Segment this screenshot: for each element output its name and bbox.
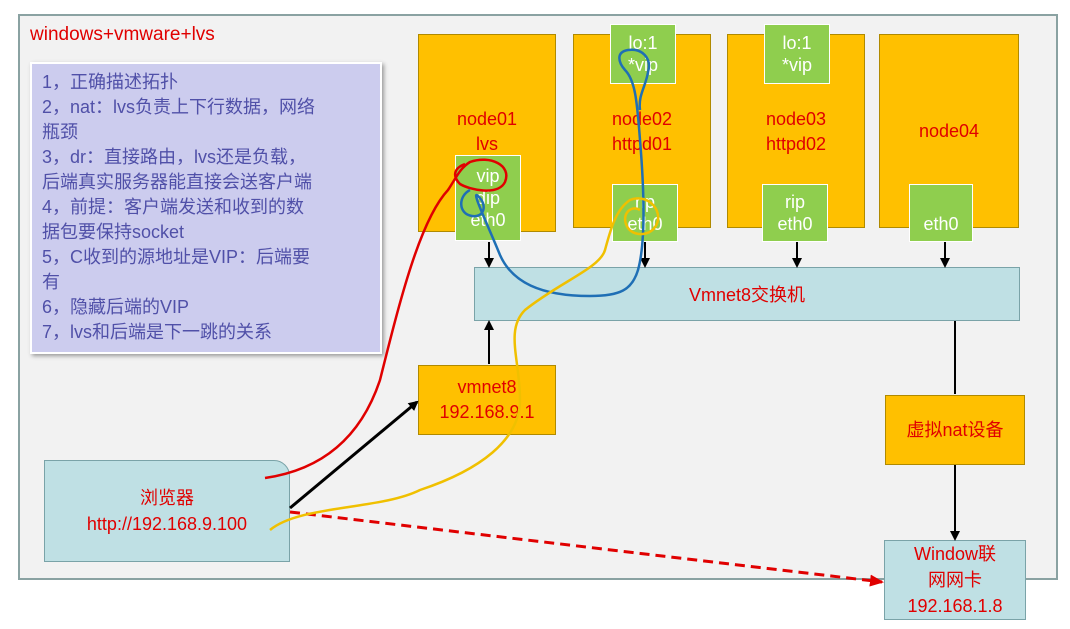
node02-name: node02 [611, 109, 673, 129]
node01-interfaces: vip dip eth0 [455, 155, 521, 241]
lo1-label: lo:1 [782, 33, 812, 53]
nic-line2: 网网卡 [928, 570, 982, 590]
node01-name: node01 [456, 109, 518, 129]
note-line: 后端真实服务器能直接会送客户端 [42, 172, 312, 192]
vmnet8-switch: Vmnet8交换机 [474, 267, 1020, 321]
note-line: 有 [42, 272, 60, 292]
nat-device-label: 虚拟nat设备 [906, 419, 1004, 440]
node02-loopback: lo:1 *vip [610, 24, 676, 84]
lo1-label: lo:1 [628, 33, 658, 53]
vmnet8-adapter: vmnet8 192.168.9.1 [418, 365, 556, 435]
note-line: 5，C收到的源地址是VIP：后端要 [42, 247, 311, 267]
note-line: 3，dr：直接路由，lvs还是负载， [42, 147, 307, 167]
eth0-label: eth0 [470, 210, 506, 230]
note-line: 2，nat：lvs负责上下行数据，网络 [42, 97, 316, 117]
rip-label: rip [784, 192, 805, 212]
vmnet8-name: vmnet8 [457, 377, 517, 397]
diagram-title: windows+vmware+lvs [30, 24, 215, 45]
node02-interfaces: rip eth0 [612, 184, 678, 242]
browser-url: http://192.168.9.100 [86, 514, 248, 534]
rip-label: rip [634, 192, 655, 212]
nic-ip: 192.168.1.8 [907, 596, 1003, 616]
eth0-label: eth0 [923, 214, 959, 234]
node03-role: httpd02 [765, 134, 827, 154]
node03-interfaces: rip eth0 [762, 184, 828, 242]
eth0-label: eth0 [777, 214, 813, 234]
notes-panel: 1，正确描述拓扑 2，nat：lvs负责上下行数据，网络 瓶颈 3，dr：直接路… [30, 62, 382, 354]
node03-name: node03 [765, 109, 827, 129]
vip-label: vip [476, 166, 500, 186]
note-line: 据包要保持socket [42, 222, 185, 242]
node04-name: node04 [918, 120, 980, 141]
vip-label: *vip [627, 55, 658, 75]
note-line: 瓶颈 [42, 122, 78, 142]
node03-loopback: lo:1 *vip [764, 24, 830, 84]
node02-role: httpd01 [611, 134, 673, 154]
note-line: 7，lvs和后端是下一跳的关系 [42, 322, 273, 342]
switch-label: Vmnet8交换机 [688, 285, 806, 305]
browser-box: 浏览器 http://192.168.9.100 [44, 460, 290, 562]
browser-name: 浏览器 [140, 488, 194, 508]
node04-interfaces: eth0 [909, 184, 973, 242]
eth0-label: eth0 [627, 214, 663, 234]
node01-role: lvs [476, 134, 498, 154]
note-line: 1，正确描述拓扑 [42, 72, 179, 92]
vmnet8-ip: 192.168.9.1 [439, 402, 535, 422]
window-nic: Window联 网网卡 192.168.1.8 [884, 540, 1026, 620]
nic-line1: Window联 [913, 544, 997, 564]
vip-label: *vip [781, 55, 812, 75]
dip-label: dip [475, 188, 501, 208]
note-line: 6，隐藏后端的VIP [42, 297, 190, 317]
nat-device: 虚拟nat设备 [885, 395, 1025, 465]
note-line: 4，前提：客户端发送和收到的数 [42, 197, 305, 217]
